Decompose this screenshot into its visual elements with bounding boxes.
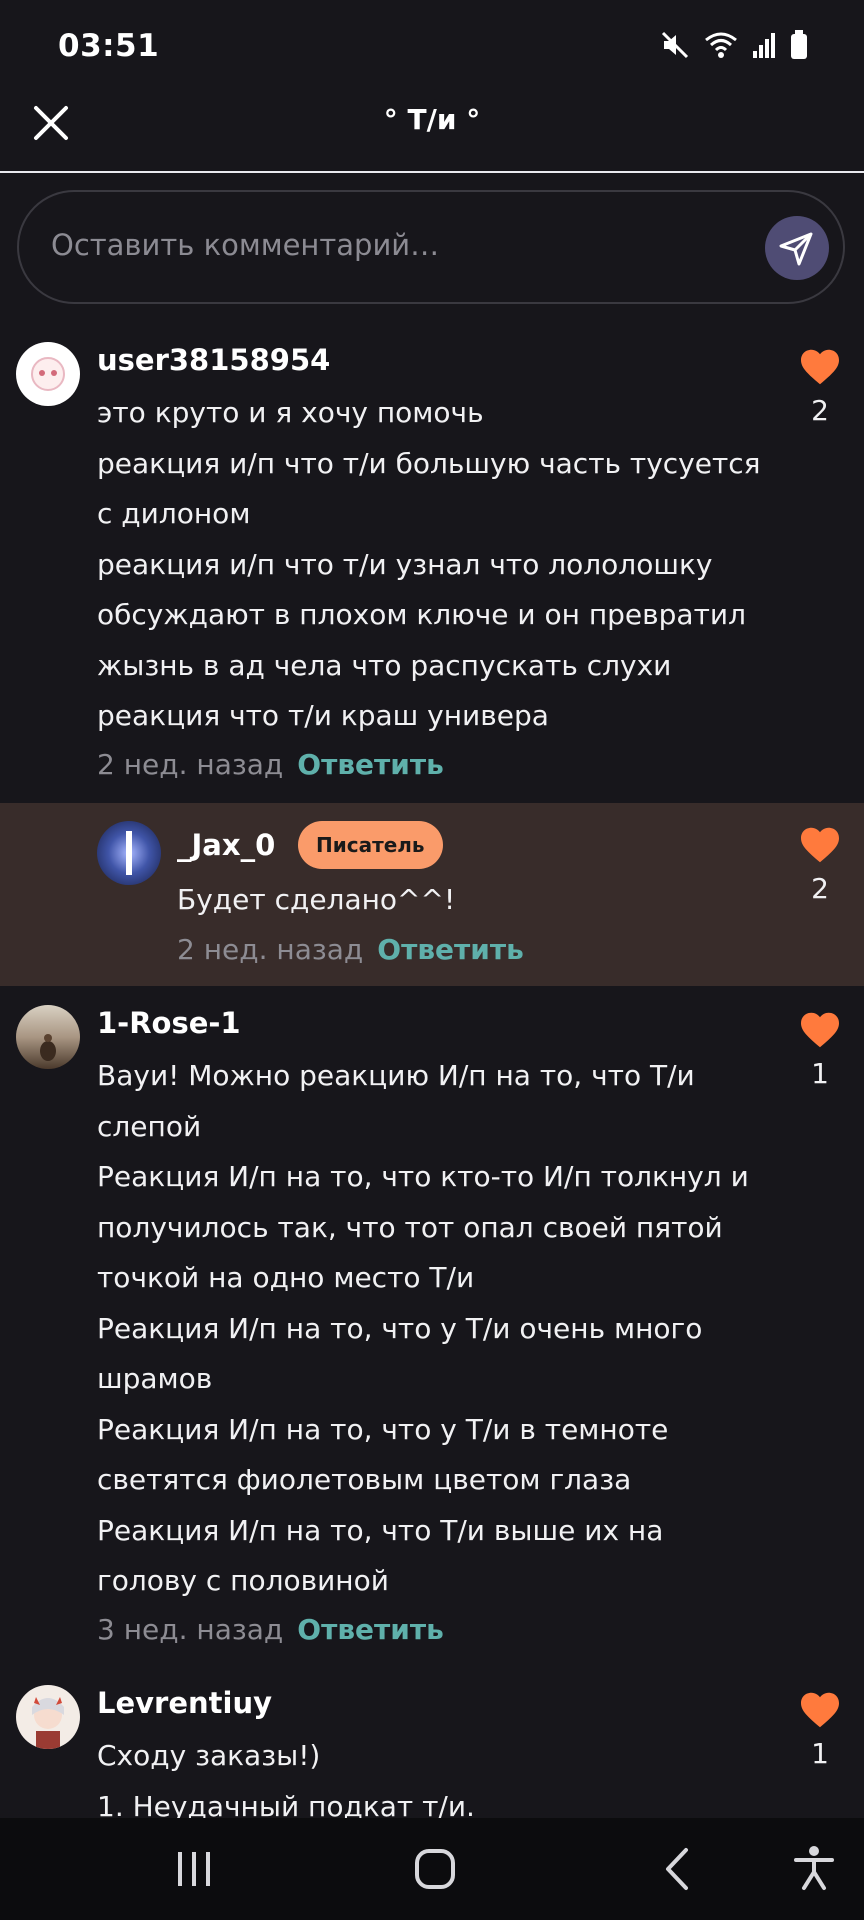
comment-line: Реакция И/п на то, что у Т/и очень много xyxy=(97,1311,703,1345)
like-control[interactable]: 2 xyxy=(798,826,842,905)
comment-line: реакция что т/и краш универа xyxy=(97,699,549,732)
reply-button[interactable]: Ответить xyxy=(297,1613,444,1646)
comment-username[interactable]: 1-Rose-1 xyxy=(97,1006,241,1040)
comment-line: Реакция И/п на то, что у Т/и в темноте xyxy=(97,1412,669,1446)
heart-icon[interactable] xyxy=(799,1011,841,1049)
comment-username[interactable]: user38158954 xyxy=(97,343,330,377)
avatar[interactable] xyxy=(97,821,161,885)
comment-line: с дилоном xyxy=(97,497,251,530)
writer-badge: Писатель xyxy=(298,821,443,869)
comment-time: 2 нед. назад xyxy=(177,933,364,966)
comment-time: 3 нед. назад xyxy=(97,1613,284,1646)
comment-item: 1-Rose-1 Вауи! Можно реакцию И/п на то, … xyxy=(0,993,864,1663)
like-control[interactable]: 1 xyxy=(798,1011,842,1090)
comment-line: реакция и/п что т/и большую часть тусует… xyxy=(97,446,761,480)
send-icon xyxy=(779,232,813,266)
like-control[interactable]: 1 xyxy=(798,1691,842,1770)
heart-icon[interactable] xyxy=(799,348,841,386)
comment-item: user38158954 это круто и я хочу помочь р… xyxy=(0,330,864,800)
like-count: 1 xyxy=(811,1737,829,1770)
heart-icon[interactable] xyxy=(799,1691,841,1729)
comment-line: обсуждают в плохом ключе и он превратил xyxy=(97,598,746,631)
comment-line: Вауи! Можно реакцию И/п на то, что Т/и xyxy=(97,1059,695,1092)
battery-icon xyxy=(791,30,807,59)
comment-item: Levrentiuy Сходу заказы!) 1. Неудачный п… xyxy=(0,1673,864,1818)
page-title: ° Т/и ° xyxy=(383,103,481,136)
reply-button[interactable]: Ответить xyxy=(297,748,444,781)
comment-text: Вауи! Можно реакцию И/п на то, что Т/и с… xyxy=(97,1051,749,1607)
like-count: 2 xyxy=(811,394,829,427)
status-time: 03:51 xyxy=(58,28,160,64)
comment-time: 2 нед. назад xyxy=(97,748,284,781)
comment-username[interactable]: _Jax_0 xyxy=(177,828,275,862)
comment-meta: 2 нед. назад Ответить xyxy=(177,933,524,966)
wifi-icon xyxy=(705,32,737,58)
comment-line: Реакция И/п на то, что Т/и выше их на xyxy=(97,1513,664,1547)
comment-line: жызнь в ад чела что распускать слухи xyxy=(97,648,672,682)
comment-text: Сходу заказы!) 1. Неудачный подкат т/и. xyxy=(97,1731,475,1818)
comment-line: Будет сделано^^! xyxy=(177,883,456,916)
accessibility-icon[interactable] xyxy=(792,1844,836,1892)
comment-line: получилось так, что тот опал своей пятой xyxy=(97,1210,723,1244)
comment-placeholder: Оставить комментарий… xyxy=(51,228,440,262)
avatar[interactable] xyxy=(16,342,80,406)
like-count: 2 xyxy=(811,872,829,905)
comment-line: это круто и я хочу помочь xyxy=(97,396,484,429)
comment-meta: 2 нед. назад Ответить xyxy=(97,748,444,781)
home-icon[interactable] xyxy=(412,1846,458,1892)
comment-line: голову с половиной xyxy=(97,1564,389,1597)
signal-icon xyxy=(753,33,775,58)
comment-line: точкой на одно место Т/и xyxy=(97,1261,475,1294)
top-bar: ° Т/и ° xyxy=(0,95,864,173)
recent-apps-icon[interactable] xyxy=(172,1848,216,1890)
status-icons xyxy=(660,30,808,60)
back-icon[interactable] xyxy=(660,1846,694,1892)
comment-line: слепой xyxy=(97,1109,202,1143)
comment-input[interactable]: Оставить комментарий… xyxy=(17,190,845,304)
system-nav-bar xyxy=(0,1818,864,1920)
comment-meta: 3 нед. назад Ответить xyxy=(97,1613,444,1646)
comment-line: шрамов xyxy=(97,1362,213,1395)
reply-comment-item: _Jax_0 Писатель Будет сделано^^! 2 нед. … xyxy=(0,803,864,986)
status-bar: 03:51 xyxy=(0,0,864,95)
like-control[interactable]: 2 xyxy=(798,348,842,427)
heart-icon[interactable] xyxy=(799,826,841,864)
comment-line: реакция и/п что т/и узнал что лололошку xyxy=(97,547,713,581)
avatar[interactable] xyxy=(16,1685,80,1749)
comment-line: Сходу заказы!) xyxy=(97,1739,321,1772)
like-count: 1 xyxy=(811,1057,829,1090)
avatar[interactable] xyxy=(16,1005,80,1069)
comment-line: Реакция И/п на то, что кто-то И/п толкну… xyxy=(97,1160,749,1193)
comment-line: 1. Неудачный подкат т/и. xyxy=(97,1789,475,1819)
mute-icon xyxy=(661,31,689,59)
comment-line: светятся фиолетовым цветом глаза xyxy=(97,1463,632,1496)
comment-text: Будет сделано^^! xyxy=(177,875,455,926)
comment-text: это круто и я хочу помочь реакция и/п чт… xyxy=(97,388,761,742)
comment-username[interactable]: Levrentiuy xyxy=(97,1686,272,1720)
reply-button[interactable]: Ответить xyxy=(377,933,524,966)
send-button[interactable] xyxy=(765,216,829,280)
